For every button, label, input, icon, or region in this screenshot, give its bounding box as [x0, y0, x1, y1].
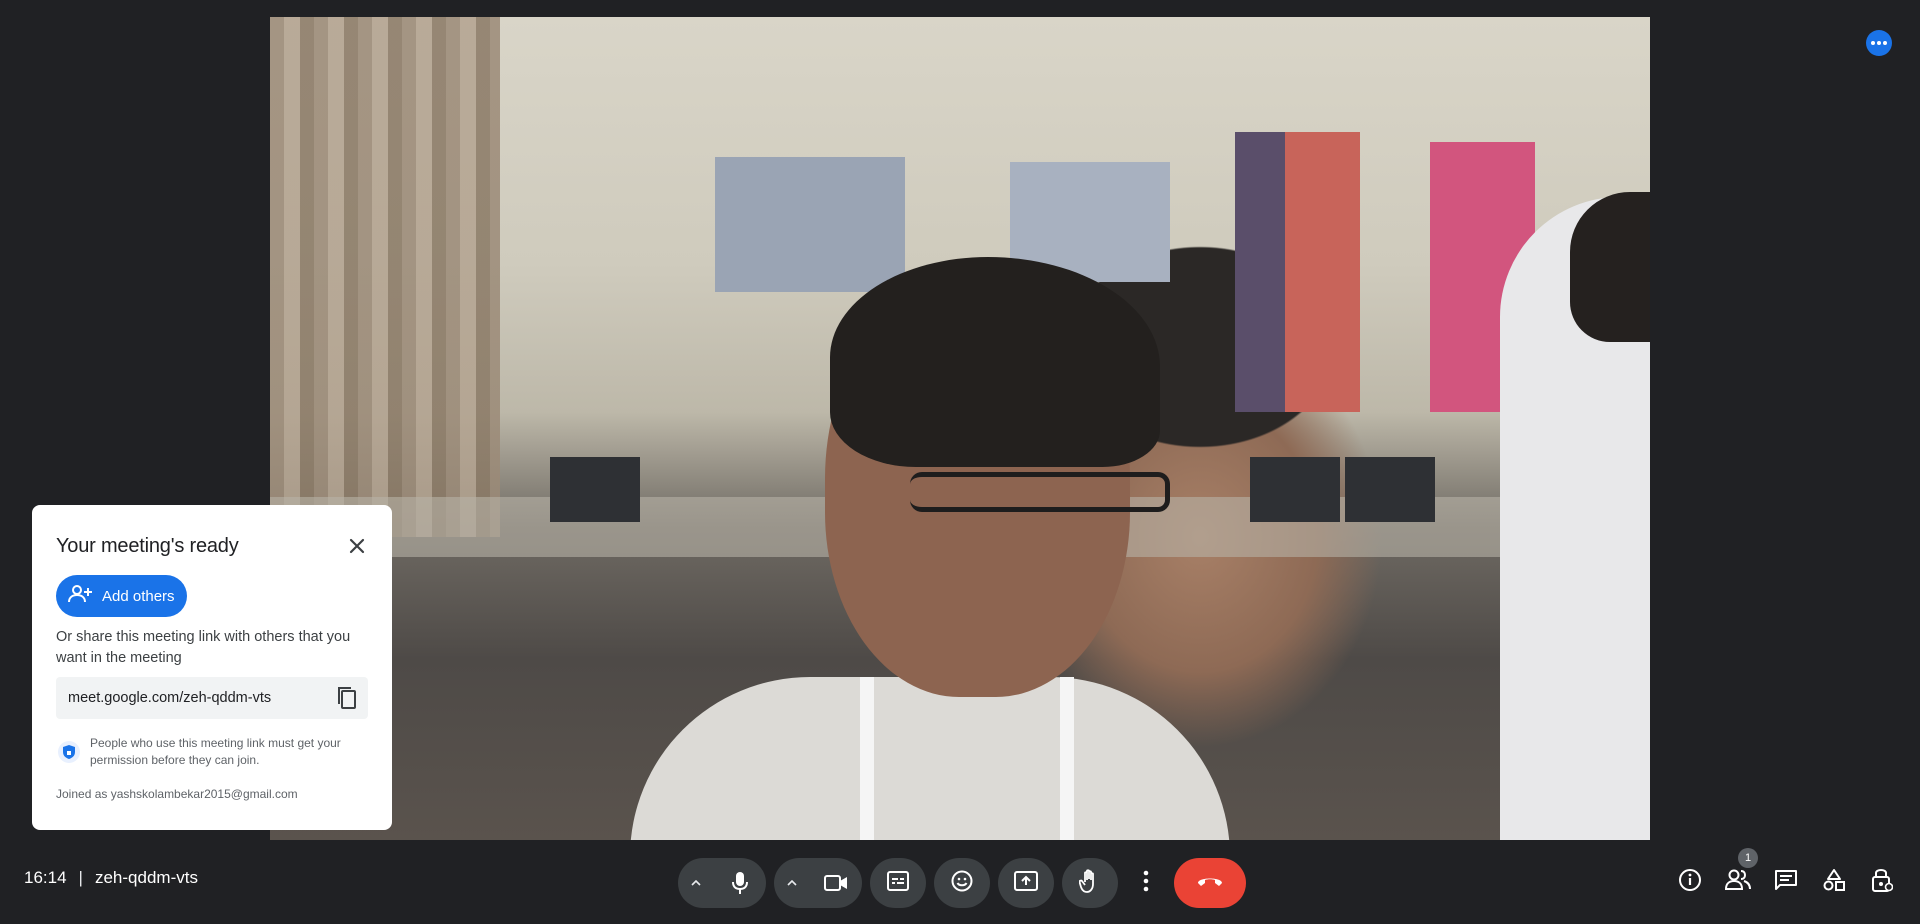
add-others-label: Add others [102, 587, 175, 605]
present-button[interactable] [998, 858, 1054, 908]
background-poster [1235, 132, 1360, 412]
activities-icon [1822, 868, 1846, 897]
more-options-button[interactable] [1126, 858, 1166, 908]
dialog-title: Your meeting's ready [56, 535, 239, 557]
more-options-icon[interactable] [1866, 30, 1892, 56]
leave-call-button[interactable] [1174, 858, 1246, 908]
chevron-up-icon[interactable] [782, 873, 802, 893]
meeting-code: zeh-qddm-vts [94, 868, 198, 887]
copy-icon[interactable] [334, 685, 360, 711]
call-controls [678, 857, 1246, 909]
activities-button[interactable] [1810, 862, 1858, 902]
share-instructions: Or share this meeting link with others t… [56, 629, 351, 666]
person-shirt [630, 677, 1230, 840]
person-glasses [910, 472, 1170, 512]
close-icon[interactable] [342, 531, 372, 561]
background-monitor [550, 457, 640, 522]
current-time: 16:14 [24, 868, 67, 887]
background-monitor [1250, 457, 1340, 522]
present-screen-icon [1014, 870, 1038, 896]
side-panel-controls: 1 [1666, 848, 1906, 902]
end-call-icon [1197, 874, 1223, 892]
participants-count-badge: 1 [1738, 848, 1758, 868]
captions-icon [887, 870, 909, 896]
lanyard [1060, 677, 1074, 840]
host-controls-lock-icon [1871, 867, 1894, 898]
meeting-link[interactable]: meet.google.com/zeh-qddm-vts [68, 690, 271, 706]
microphone-control [678, 858, 766, 908]
camera-control [774, 858, 862, 908]
meeting-details-button[interactable] [1666, 862, 1714, 902]
emoji-icon [951, 870, 973, 897]
info-icon [1678, 868, 1702, 897]
chat-button[interactable] [1762, 862, 1810, 902]
person-add-icon [68, 584, 92, 609]
permission-notice: People who use this meeting link must ge… [90, 736, 341, 767]
chevron-up-icon[interactable] [686, 873, 706, 893]
meeting-link-box: meet.google.com/zeh-qddm-vts [56, 677, 368, 719]
emoji-button[interactable] [934, 858, 990, 908]
joined-as-text: Joined as yashskolambekar2015@gmail.com [56, 787, 298, 801]
lock-shield-icon [58, 741, 80, 763]
person-hair [830, 257, 1160, 467]
background-curtain [270, 17, 500, 537]
lanyard [860, 677, 874, 840]
raise-hand-icon [1078, 868, 1101, 898]
separator: | [78, 868, 83, 887]
microphone-icon[interactable] [722, 865, 758, 901]
more-vert-icon [1143, 870, 1149, 897]
video-camera-icon[interactable] [818, 865, 854, 901]
meeting-ready-dialog: Your meeting's ready Add others Or share… [32, 505, 392, 830]
add-others-button[interactable]: Add others [56, 575, 187, 617]
participant-video [270, 17, 1650, 840]
side-person-hair [1570, 192, 1650, 342]
host-controls-button[interactable] [1858, 862, 1906, 902]
meeting-details: 16:14 | zeh-qddm-vts [24, 868, 198, 888]
people-icon [1724, 869, 1751, 896]
background-monitor [1345, 457, 1435, 522]
background-poster [715, 157, 905, 292]
chat-icon [1774, 869, 1798, 896]
raise-hand-button[interactable] [1062, 858, 1118, 908]
people-button[interactable]: 1 [1714, 848, 1762, 902]
captions-button[interactable] [870, 858, 926, 908]
